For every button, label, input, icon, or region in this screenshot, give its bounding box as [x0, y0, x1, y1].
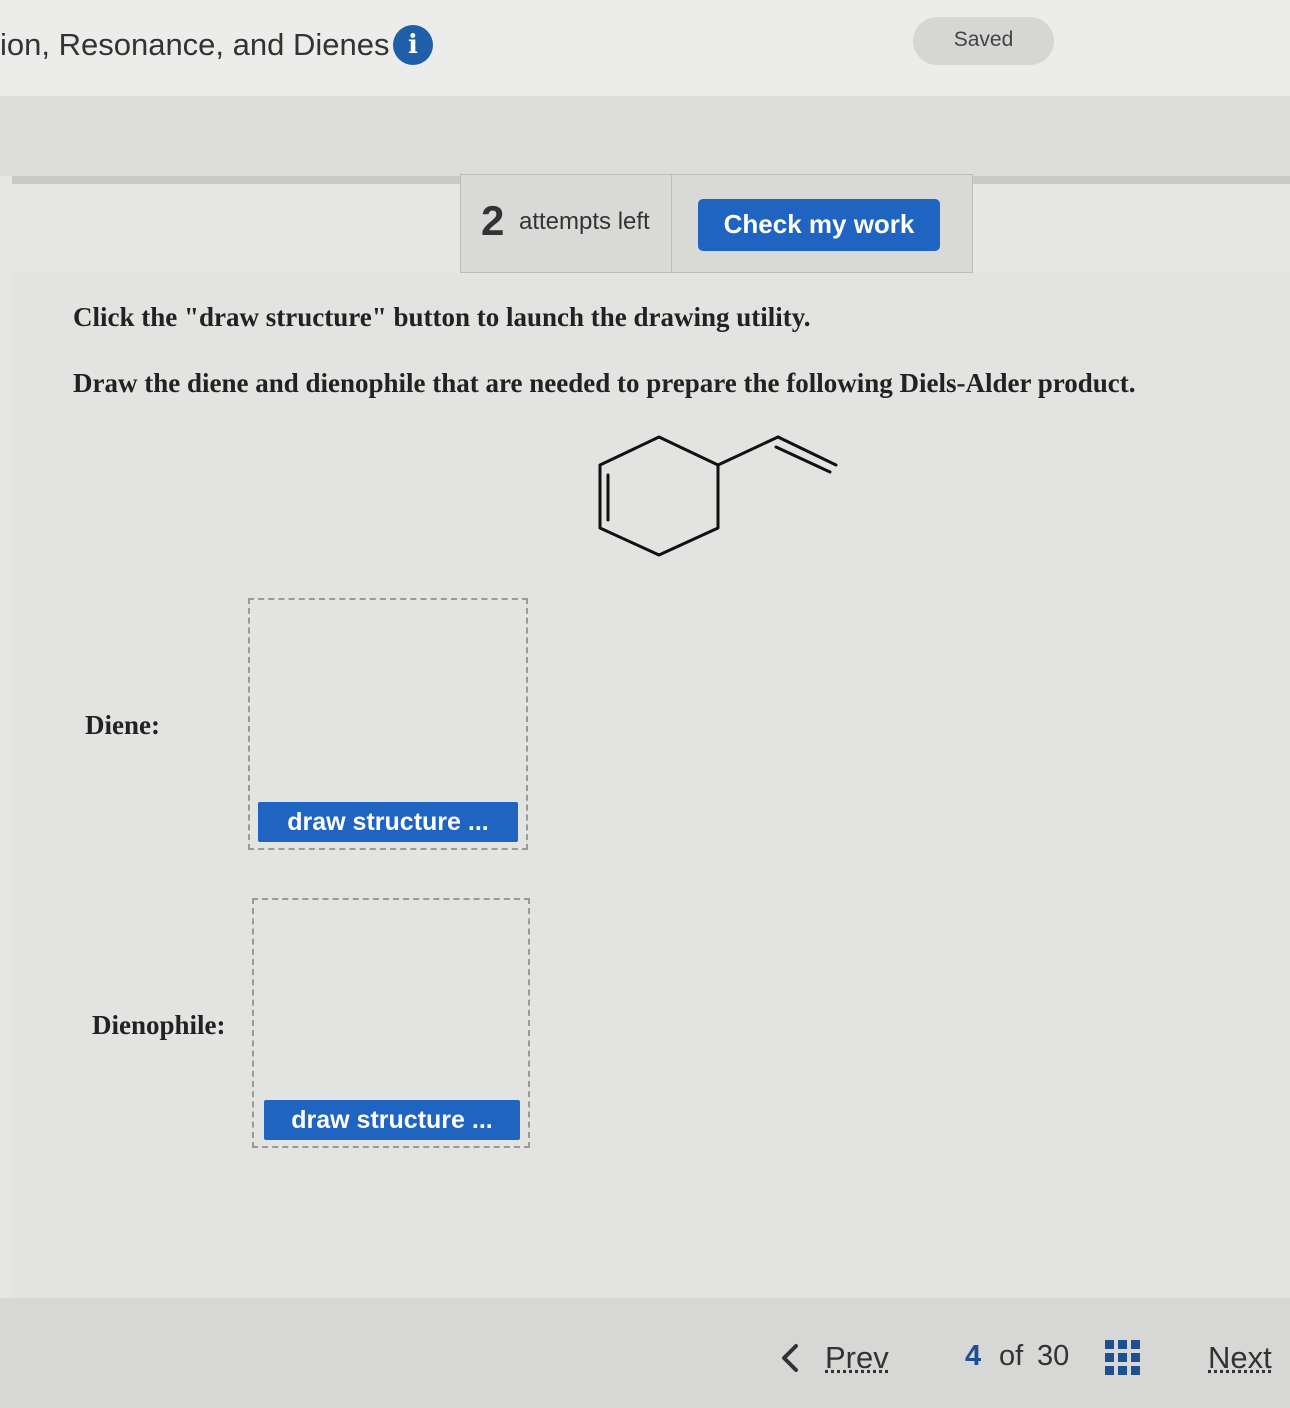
- instruction-draw-utility: Click the "draw structure" button to lau…: [73, 302, 811, 332]
- diene-label: Diene:: [85, 710, 160, 740]
- navigation-footer: [0, 1298, 1290, 1408]
- vinyl-bond: [716, 435, 780, 467]
- attempts-label: attempts left: [519, 208, 650, 235]
- dienophile-label: Dienophile:: [92, 1010, 226, 1040]
- check-work-container: Check my work: [671, 174, 973, 273]
- next-link[interactable]: Next: [1208, 1340, 1272, 1376]
- grid-icon[interactable]: [1105, 1340, 1141, 1376]
- info-icon[interactable]: i: [393, 25, 433, 65]
- prev-link[interactable]: Prev: [825, 1340, 889, 1376]
- chevron-left-icon[interactable]: [776, 1340, 802, 1376]
- page-current: 4: [965, 1340, 982, 1372]
- saved-status-badge: Saved: [913, 17, 1054, 65]
- page-total: 30: [1037, 1340, 1070, 1372]
- assignment-title: ion, Resonance, and Dienes: [0, 27, 390, 62]
- dienophile-draw-structure-button[interactable]: draw structure ...: [264, 1100, 520, 1140]
- attempts-count: 2: [481, 197, 505, 244]
- diene-draw-structure-button[interactable]: draw structure ...: [258, 802, 518, 842]
- instruction-question: Draw the diene and dienophile that are n…: [73, 368, 1136, 398]
- page-of-label: of: [999, 1340, 1024, 1372]
- diels-alder-product-structure: [598, 435, 838, 557]
- cyclohexene-ring: [598, 435, 720, 557]
- header-bar: ion, Resonance, and Dienes i Saved: [0, 0, 1290, 96]
- header-band: [0, 96, 1290, 176]
- check-my-work-button[interactable]: Check my work: [698, 199, 940, 251]
- attempts-counter: 2 attempts left: [460, 174, 672, 273]
